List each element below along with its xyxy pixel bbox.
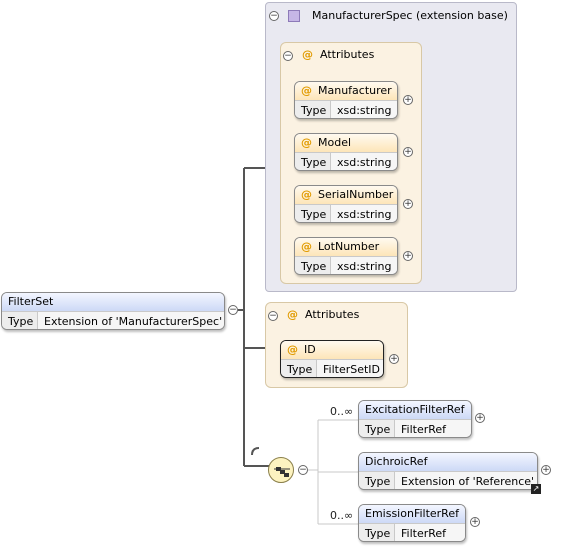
- attribute-icon: @: [287, 343, 298, 356]
- expand-icon[interactable]: +: [541, 465, 551, 475]
- attribute-name: ID: [304, 343, 316, 356]
- type-key: Type: [295, 205, 331, 222]
- type-value: FilterRef: [395, 420, 471, 437]
- cardinality-label: 0..∞: [330, 509, 354, 522]
- attribute-name: Model: [318, 136, 352, 149]
- attribute-manufacturer[interactable]: @ Manufacturer Type xsd:string: [294, 81, 398, 119]
- type-key: Type: [295, 153, 331, 170]
- type-key: Type: [295, 257, 331, 274]
- collapse-icon[interactable]: −: [269, 11, 279, 21]
- expand-icon[interactable]: +: [470, 517, 480, 527]
- attribute-name: SerialNumber: [318, 188, 394, 201]
- attribute-lotnumber[interactable]: @ LotNumber Type xsd:string: [294, 237, 398, 275]
- attribute-icon: @: [302, 48, 313, 61]
- cardinality-label: 0..∞: [330, 405, 354, 418]
- attribute-icon: @: [301, 240, 312, 253]
- expand-icon[interactable]: +: [403, 199, 413, 209]
- type-key: Type: [2, 312, 38, 329]
- type-value: Extension of 'Reference': [395, 472, 537, 489]
- type-key: Type: [359, 472, 395, 489]
- type-value: FilterRef: [395, 524, 465, 541]
- attribute-serialnumber[interactable]: @ SerialNumber Type xsd:string: [294, 185, 398, 223]
- type-value: xsd:string: [331, 153, 397, 170]
- type-value: xsd:string: [331, 257, 397, 274]
- attribute-icon: @: [301, 188, 312, 201]
- expand-icon[interactable]: +: [403, 251, 413, 261]
- collapse-icon[interactable]: −: [228, 305, 238, 315]
- type-value: FilterSetID: [317, 360, 383, 377]
- element-excitationfilterref[interactable]: ExcitationFilterRef Type FilterRef: [358, 400, 472, 438]
- element-emissionfilterref[interactable]: EmissionFilterRef Type FilterRef: [358, 504, 466, 542]
- collapse-icon[interactable]: −: [268, 311, 278, 321]
- type-value: Extension of 'ManufacturerSpec': [38, 312, 224, 329]
- expand-icon[interactable]: +: [475, 413, 485, 423]
- attribute-id[interactable]: @ ID Type FilterSetID: [280, 340, 384, 378]
- type-key: Type: [281, 360, 317, 377]
- attributes-label: Attributes: [305, 308, 360, 321]
- reference-link-icon[interactable]: ↗: [531, 484, 541, 494]
- element-name: DichroicRef: [359, 453, 537, 471]
- extension-base-title: ManufacturerSpec (extension base): [312, 9, 508, 22]
- element-name: ExcitationFilterRef: [359, 401, 471, 419]
- attribute-icon: @: [287, 308, 298, 321]
- sequence-compositor-icon[interactable]: [268, 457, 294, 483]
- expand-icon[interactable]: +: [389, 354, 399, 364]
- collapse-icon[interactable]: −: [283, 51, 293, 61]
- attributes-label: Attributes: [320, 48, 375, 61]
- collapse-icon[interactable]: −: [298, 465, 308, 475]
- attribute-icon: @: [301, 84, 312, 97]
- type-key: Type: [359, 524, 395, 541]
- expand-icon[interactable]: +: [403, 147, 413, 157]
- element-dichroicref[interactable]: DichroicRef Type Extension of 'Reference': [358, 452, 538, 490]
- type-key: Type: [359, 420, 395, 437]
- attribute-icon: @: [301, 136, 312, 149]
- type-value: xsd:string: [331, 205, 397, 222]
- element-name: FilterSet: [2, 293, 224, 311]
- expand-icon[interactable]: +: [403, 95, 413, 105]
- attribute-name: Manufacturer: [318, 84, 392, 97]
- attribute-model[interactable]: @ Model Type xsd:string: [294, 133, 398, 171]
- type-value: xsd:string: [331, 101, 397, 118]
- element-name: EmissionFilterRef: [359, 505, 465, 523]
- type-key: Type: [295, 101, 331, 118]
- attribute-name: LotNumber: [318, 240, 380, 253]
- root-element-filterset[interactable]: FilterSet Type Extension of 'Manufacturer…: [1, 292, 225, 330]
- complex-type-icon: [288, 10, 300, 22]
